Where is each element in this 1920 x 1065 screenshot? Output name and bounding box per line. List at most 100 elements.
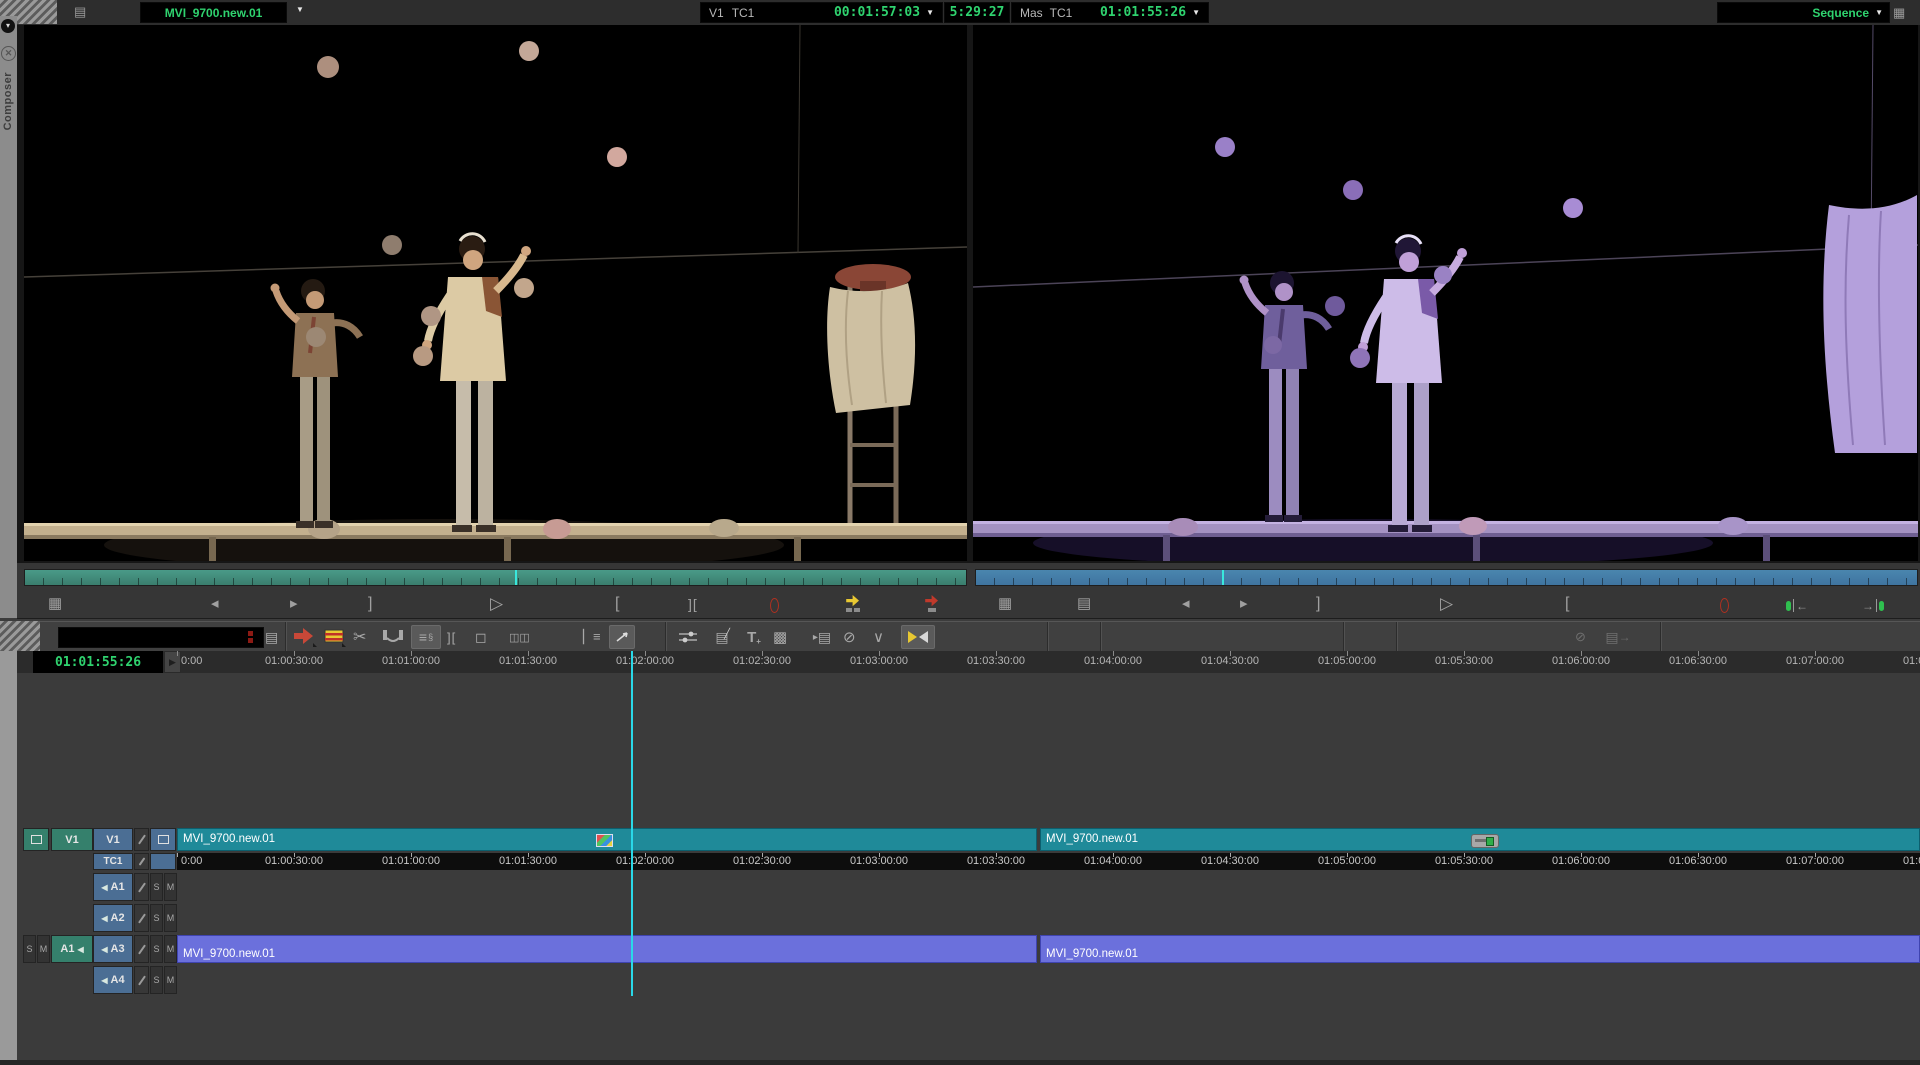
overwrite-button[interactable] xyxy=(291,625,317,649)
master-timecode-box[interactable]: Mas TC1 01:01:55:26 ▼ xyxy=(1011,2,1209,23)
source-step-forward-icon[interactable]: ▸ xyxy=(290,592,298,616)
record-track-a1[interactable]: ◀A1 xyxy=(93,873,133,901)
record-mark-out-icon[interactable]: ] xyxy=(1316,592,1320,616)
video-clip[interactable]: MVI_9700.new.01 xyxy=(1040,828,1920,851)
dual-image-icon[interactable]: ◫◫ xyxy=(509,625,530,649)
a3-mute-button[interactable]: M xyxy=(164,935,177,963)
record-position-bar[interactable] xyxy=(975,569,1918,586)
lift-icon[interactable] xyxy=(922,595,942,613)
timeline-view-grid-icon[interactable]: ▦ xyxy=(1893,5,1905,21)
record-track-a4[interactable]: ◀A4 xyxy=(93,966,133,994)
extract-icon[interactable] xyxy=(843,595,863,613)
trim-box-icon[interactable]: ◻ xyxy=(475,625,487,649)
source-position-indicator[interactable] xyxy=(515,570,517,585)
record-track-tc1[interactable]: TC1 xyxy=(93,853,133,870)
source-tc-dropdown-icon[interactable]: ▼ xyxy=(926,8,934,17)
record-track-v1[interactable]: V1 xyxy=(93,828,133,851)
motion-adapter-effect-icon[interactable] xyxy=(1471,834,1499,848)
video-clip[interactable]: MVI_9700.new.01 xyxy=(177,828,1037,851)
grid-keyframe-icon[interactable]: ▩ xyxy=(773,625,787,649)
record-play-icon[interactable]: ▷ xyxy=(1440,592,1453,616)
source-mark-clip-icon[interactable]: ][ xyxy=(688,592,698,616)
source-monitor[interactable] xyxy=(24,25,967,561)
v1-monitor-cell[interactable] xyxy=(150,828,176,851)
composer-corner-grip[interactable] xyxy=(17,0,57,24)
source-clip-title-box[interactable]: MVI_9700.new.01 xyxy=(140,2,287,23)
render-ranges-icon[interactable]: ⊘ xyxy=(1575,625,1586,649)
color-correction-effect-icon[interactable] xyxy=(596,834,613,847)
source-record-toggle-icon[interactable]: ▤ xyxy=(265,625,278,649)
record-track-a3[interactable]: ◀A3 xyxy=(93,935,133,963)
add-edit-scissors-icon[interactable]: ✂ xyxy=(353,625,366,649)
record-match-frame-icon[interactable]: ▤ xyxy=(1077,592,1091,616)
tc1-tool-cell[interactable] xyxy=(134,853,149,870)
source-step-backward-icon[interactable]: ◂ xyxy=(211,592,219,616)
source-video-monitor-cell[interactable] xyxy=(23,828,49,851)
tc1-monitor-cell[interactable] xyxy=(150,853,176,870)
window-resize-grip[interactable] xyxy=(0,0,17,16)
composer-window-menu-icon[interactable]: ▾ xyxy=(1,19,15,33)
a4-mute-button[interactable]: M xyxy=(164,966,177,994)
go-to-previous-event-icon[interactable]: ← xyxy=(1786,597,1808,615)
record-fast-menu-icon[interactable]: ▦ xyxy=(998,592,1012,616)
master-tc-dropdown-icon[interactable]: ▼ xyxy=(1192,8,1200,17)
timeline-tc-entry-display[interactable] xyxy=(58,627,264,648)
record-track-a2[interactable]: ◀A2 xyxy=(93,904,133,932)
timeline-segment-mode-button[interactable]: ≡§ xyxy=(411,625,441,649)
a4-tool-cell[interactable] xyxy=(134,966,149,994)
splice-in-button[interactable] xyxy=(323,625,347,649)
a4-solo-button[interactable]: S xyxy=(150,966,163,994)
trim-left-icon[interactable]: ][ xyxy=(447,625,456,649)
source-fast-menu-icon[interactable]: ▦ xyxy=(48,592,62,616)
timeline-ruler[interactable]: 0:0001:00:30:0001:01:00:0001:01:30:0001:… xyxy=(17,651,1920,673)
a3-tool-cell[interactable] xyxy=(134,935,149,963)
record-monitor[interactable] xyxy=(973,25,1918,561)
effect-mode-sliders-icon[interactable] xyxy=(677,625,699,649)
sequence-title-box[interactable]: Sequence ▼ xyxy=(1717,2,1890,23)
record-mark-in-icon[interactable]: [ xyxy=(1565,592,1569,616)
timeline-ruler-row[interactable]: 01:01:55:26 ▶ 0:0001:00:30:0001:01:00:00… xyxy=(17,651,1920,674)
clip-film-icon[interactable]: ▤ xyxy=(74,4,86,20)
title-tool-icon[interactable]: T+ xyxy=(743,625,765,649)
a2-tool-cell[interactable] xyxy=(134,904,149,932)
source-mark-out-icon[interactable]: ] xyxy=(368,592,372,616)
a1-mute-button[interactable]: M xyxy=(164,873,177,901)
a1-solo-button[interactable]: S xyxy=(150,873,163,901)
source-a1-mute-button[interactable]: M xyxy=(37,935,50,963)
source-play-icon[interactable]: ▷ xyxy=(490,592,503,616)
go-to-next-event-icon[interactable]: → xyxy=(1862,597,1884,615)
composer-tab[interactable]: Composer xyxy=(2,72,14,130)
source-duration-box[interactable]: 5:29:27 xyxy=(944,2,1010,23)
tc1-ruler-strip[interactable]: 0:0001:00:30:0001:01:00:0001:01:30:0001:… xyxy=(177,853,1920,870)
sequence-dropdown-icon[interactable]: ▼ xyxy=(1875,8,1883,17)
motion-effect-icon[interactable]: ▸▤ xyxy=(809,625,835,649)
source-mark-in-icon[interactable]: [ xyxy=(615,592,619,616)
source-clear-marks-icon[interactable] xyxy=(770,598,779,613)
composer-close-icon[interactable]: ✕ xyxy=(1,46,16,61)
audio-clip[interactable]: MVI_9700.new.01 xyxy=(1040,935,1920,963)
source-title-dropdown-icon[interactable]: ▼ xyxy=(296,5,304,14)
marker-icon[interactable]: ▏≡ xyxy=(583,625,601,649)
output-icon[interactable]: ▤→ xyxy=(1605,625,1631,649)
source-track-v1[interactable]: V1 xyxy=(51,828,93,851)
a2-mute-button[interactable]: M xyxy=(164,904,177,932)
a3-solo-button[interactable]: S xyxy=(150,935,163,963)
a1-tool-cell[interactable] xyxy=(134,873,149,901)
a2-solo-button[interactable]: S xyxy=(150,904,163,932)
record-step-forward-icon[interactable]: ▸ xyxy=(1240,592,1248,616)
audio-clip[interactable]: MVI_9700.new.01 xyxy=(177,935,1037,963)
smart-tool-button[interactable] xyxy=(901,625,935,649)
v1-lock-tool-cell[interactable] xyxy=(134,828,149,851)
render-effect-icon[interactable]: ⊘ xyxy=(843,625,856,649)
source-position-bar[interactable] xyxy=(24,569,967,586)
record-clear-marks-icon[interactable] xyxy=(1720,598,1729,613)
record-step-backward-icon[interactable]: ◂ xyxy=(1182,592,1190,616)
record-position-indicator[interactable] xyxy=(1222,570,1224,585)
effect-editor-icon[interactable]: ▤╱ xyxy=(711,625,733,649)
audio-gain-curve-icon[interactable]: ∨ xyxy=(873,625,884,649)
source-a1-solo-button[interactable]: S xyxy=(23,935,36,963)
source-timecode-box[interactable]: V1 TC1 00:01:57:03 ▼ xyxy=(700,2,943,23)
timeline-corner-grip[interactable] xyxy=(0,621,40,651)
timeline-playhead[interactable] xyxy=(631,651,633,996)
trim-mode-icon[interactable] xyxy=(381,625,405,649)
